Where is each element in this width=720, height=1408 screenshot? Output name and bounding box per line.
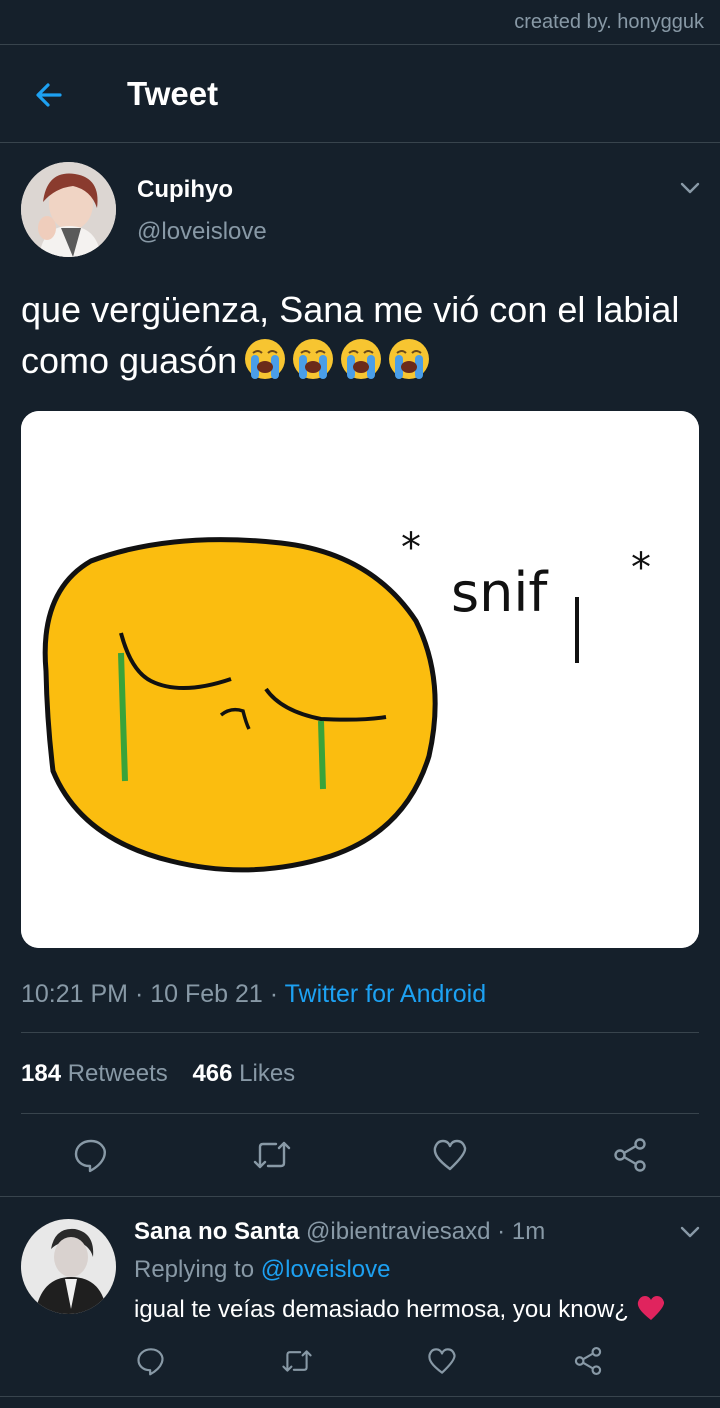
retweets-label: Retweets (67, 1060, 168, 1087)
reply-separator: · (497, 1218, 506, 1245)
top-bar: Tweet (0, 45, 720, 143)
svg-text:*: * (401, 525, 421, 571)
author-name[interactable]: Cupihyo (137, 176, 233, 204)
reply-header: Sana no Santa @ibientraviesaxd · 1m (134, 1218, 545, 1246)
reply-author-avatar[interactable] (21, 1219, 116, 1314)
chevron-down-icon (680, 1226, 700, 1238)
likes-count: 466 (192, 1060, 233, 1087)
author-avatar[interactable] (21, 162, 116, 257)
reply-button[interactable] (73, 1137, 109, 1178)
heart-icon (433, 1139, 467, 1171)
likes-stat[interactable]: 466 Likes (192, 1060, 295, 1087)
page-title: Tweet (127, 75, 219, 112)
comment-icon (74, 1139, 106, 1173)
heart-icon (428, 1348, 456, 1374)
retweet-icon (282, 1350, 312, 1372)
retweet-icon (253, 1141, 291, 1169)
like-button[interactable] (432, 1137, 468, 1178)
tweet-source-link[interactable]: Twitter for Android (285, 980, 486, 1008)
chevron-down-icon (680, 182, 700, 194)
svg-text:*: * (631, 545, 651, 591)
tweet-media-image[interactable]: * snif * (21, 411, 699, 948)
share-button[interactable] (612, 1137, 648, 1178)
snif-text: snif (451, 561, 549, 624)
retweet-button[interactable] (252, 1137, 292, 1178)
back-button[interactable] (30, 75, 70, 115)
reply-retweet-button[interactable] (281, 1346, 313, 1381)
reply-author-name[interactable]: Sana no Santa (134, 1218, 299, 1245)
reply-like-button[interactable] (427, 1346, 457, 1381)
crying-face-drawing (42, 537, 438, 873)
tweet-stats: 184 Retweets 466 Likes (21, 1060, 295, 1088)
reply-author-handle[interactable]: @ibientraviesaxd (306, 1218, 490, 1245)
reply-options-button[interactable] (678, 1220, 702, 1244)
replying-to-line: Replying to @loveislove (134, 1256, 391, 1284)
share-icon (574, 1347, 602, 1375)
divider (21, 1032, 699, 1033)
tweet-date: 10 Feb 21 (150, 980, 263, 1008)
reply-text-body: igual te veías demasiado hermosa, you kn… (134, 1296, 629, 1323)
crying-face-icon (293, 339, 334, 379)
author-handle[interactable]: @loveislove (137, 218, 267, 246)
reply-text: igual te veías demasiado hermosa, you kn… (134, 1294, 666, 1324)
reply-time: 1m (511, 1218, 546, 1245)
reply-reply-button[interactable] (136, 1346, 166, 1381)
share-icon (614, 1138, 646, 1172)
retweets-count: 184 (21, 1060, 62, 1087)
red-heart-icon (637, 1296, 664, 1320)
meta-separator: · (269, 980, 279, 1008)
tweet-meta: 10:21 PM · 10 Feb 21 · Twitter for Andro… (21, 980, 486, 1009)
likes-label: Likes (239, 1060, 296, 1087)
divider (0, 1196, 720, 1197)
tweet-options-button[interactable] (678, 176, 702, 200)
crying-face-icon (389, 339, 430, 379)
replying-mention-link[interactable]: @loveislove (261, 1256, 391, 1283)
divider (0, 1396, 720, 1397)
crying-face-icon (245, 339, 286, 379)
comment-icon (137, 1348, 164, 1376)
crying-face-icon (341, 339, 382, 379)
retweets-stat[interactable]: 184 Retweets (21, 1060, 168, 1087)
reply-share-button[interactable] (573, 1346, 603, 1381)
tweet-text: que vergüenza, Sana me vió con el labial… (21, 284, 701, 394)
replying-prefix: Replying to (134, 1256, 255, 1283)
tweet-time: 10:21 PM (21, 980, 129, 1008)
credit-text: created by. honygguk (514, 11, 704, 33)
divider (21, 1113, 699, 1114)
meta-separator: · (134, 980, 144, 1008)
arrow-left-icon (36, 83, 62, 107)
credit-bar: created by. honygguk (0, 0, 720, 45)
crying-emoji-group (243, 337, 435, 394)
